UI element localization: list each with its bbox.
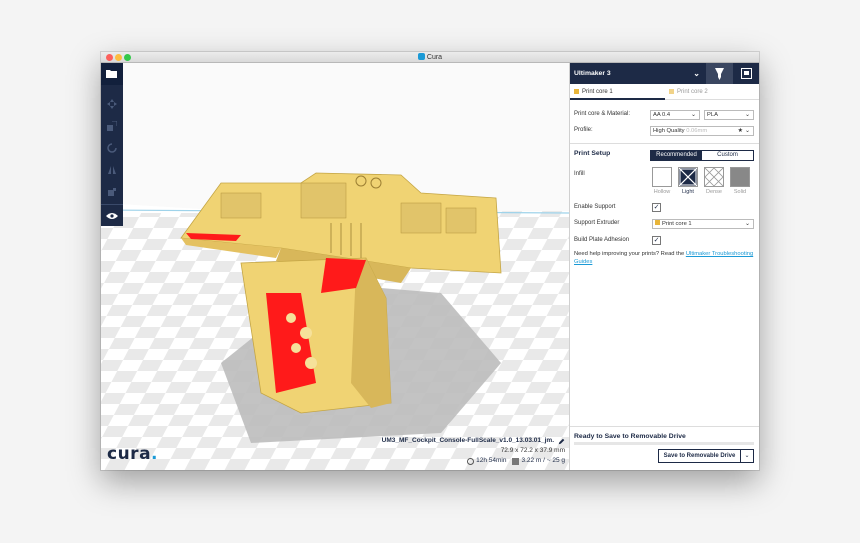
cura-window: Cura cura. UM3_MF_Cockpit_Console-FullSc… — [101, 52, 759, 470]
scale-icon — [107, 121, 117, 131]
settings-panel: Ultimaker 3 ⌄ Print core 1 Print core 2 … — [569, 63, 759, 470]
cura-logo: cura. — [107, 444, 159, 464]
save-to-removable-drive-button[interactable]: Save to Removable Drive — [658, 449, 741, 463]
build-plate-adhesion-checkbox[interactable]: ✓ — [652, 236, 661, 245]
edit-pencil-icon[interactable] — [558, 438, 565, 445]
nozzle-icon — [715, 67, 724, 80]
chevron-down-icon: ⌄ — [744, 128, 750, 134]
open-file-button[interactable] — [101, 63, 123, 85]
support-extruder-label: Support Extruder — [574, 220, 620, 226]
infill-solid-label: Solid — [733, 189, 747, 195]
job-name: UM3_MF_Cockpit_Console-FullScale_v1.0_13… — [365, 436, 565, 446]
material-color-swatch — [574, 88, 579, 94]
print-core-tabs: Print core 1 Print core 2 — [570, 84, 759, 100]
infill-label: Infill — [574, 171, 585, 177]
chevron-down-icon: ⌄ — [744, 221, 750, 227]
output-device-dropdown[interactable]: ⌄ — [741, 449, 754, 463]
infill-dense-icon — [704, 167, 724, 187]
per-model-settings-icon — [108, 188, 116, 196]
save-section: Ready to Save to Removable Drive Save to… — [570, 426, 759, 470]
infill-light-label: Light — [682, 189, 694, 195]
mirror-icon — [108, 166, 116, 174]
print-time: 12h 54min — [476, 457, 507, 464]
infill-hollow-option[interactable] — [652, 167, 672, 187]
print-core-select[interactable]: AA 0.4 ⌄ — [650, 110, 700, 120]
rotate-tool-button[interactable] — [101, 137, 123, 159]
infill-dense-option[interactable] — [704, 167, 724, 187]
open-file-icon — [106, 70, 117, 78]
infill-light-icon — [678, 167, 698, 187]
star-icon: ★ — [737, 128, 743, 134]
3d-viewport[interactable]: cura. UM3_MF_Cockpit_Console-FullScale_v… — [101, 63, 569, 470]
material-color-swatch — [669, 88, 674, 94]
per-model-settings-button[interactable] — [101, 181, 123, 203]
chevron-down-icon: ⌄ — [744, 453, 750, 459]
monitor-mode-button[interactable] — [733, 63, 759, 84]
infill-hollow-label: Hollow — [653, 189, 671, 195]
model-dimensions: 72.9 x 72.2 x 37.9 mm — [500, 447, 565, 454]
eye-icon — [106, 212, 118, 219]
material-select[interactable]: PLA ⌄ — [704, 110, 754, 120]
clock-icon — [467, 457, 475, 465]
tab-print-core-1[interactable]: Print core 1 — [570, 84, 665, 100]
mirror-tool-button[interactable] — [101, 159, 123, 181]
infill-light-option[interactable] — [678, 167, 698, 187]
job-info: UM3_MF_Cockpit_Console-FullScale_v1.0_13… — [365, 436, 565, 466]
spool-icon — [512, 457, 520, 465]
support-extruder-select[interactable]: Print core 1 ⌄ — [652, 219, 754, 229]
chevron-down-icon: ⌄ — [744, 112, 750, 118]
printer-selector[interactable]: Ultimaker 3 ⌄ — [570, 63, 706, 84]
view-mode-button[interactable] — [101, 204, 123, 226]
cura-app-icon — [417, 53, 425, 60]
divider — [570, 143, 759, 144]
move-icon — [107, 99, 117, 109]
custom-mode-button[interactable]: Custom — [702, 151, 753, 160]
printer-bar: Ultimaker 3 ⌄ — [570, 63, 759, 84]
printer-monitor-icon — [741, 68, 752, 79]
chevron-down-icon: ⌄ — [690, 112, 696, 118]
title-bar: Cura — [101, 52, 759, 63]
move-tool-button[interactable] — [101, 93, 123, 115]
recommended-mode-button[interactable]: Recommended — [651, 151, 702, 160]
scale-tool-button[interactable] — [101, 115, 123, 137]
left-toolbar — [101, 63, 123, 223]
core-material-label: Print core & Material: — [574, 111, 631, 117]
rotate-icon — [107, 143, 117, 153]
prepare-mode-button[interactable] — [706, 63, 733, 84]
help-text: Need help improving your prints? Read th… — [574, 251, 754, 265]
chevron-down-icon: ⌄ — [693, 69, 700, 78]
profile-select[interactable]: High Quality 0.06mm ★ ⌄ — [650, 126, 754, 136]
build-plate-adhesion-label: Build Plate Adhesion — [574, 237, 630, 243]
setup-mode-toggle: Recommended Custom — [650, 150, 754, 161]
print-setup-title: Print Setup — [574, 150, 611, 157]
enable-support-checkbox[interactable]: ✓ — [652, 203, 661, 212]
tab-print-core-2[interactable]: Print core 2 — [665, 84, 759, 100]
profile-label: Profile: — [574, 127, 593, 133]
enable-support-label: Enable Support — [574, 204, 616, 210]
infill-solid-option[interactable] — [730, 167, 750, 187]
job-name-text: UM3_MF_Cockpit_Console-FullScale_v1.0_13… — [381, 437, 554, 444]
slice-progress-bar — [574, 442, 754, 445]
material-color-swatch — [655, 220, 660, 225]
infill-dense-label: Dense — [706, 189, 722, 195]
material-usage: 3.22 m / ~ 25 g — [521, 457, 565, 464]
ready-status-text: Ready to Save to Removable Drive — [574, 433, 686, 440]
window-title: Cura — [101, 53, 759, 62]
build-plate-scene[interactable] — [101, 63, 569, 470]
